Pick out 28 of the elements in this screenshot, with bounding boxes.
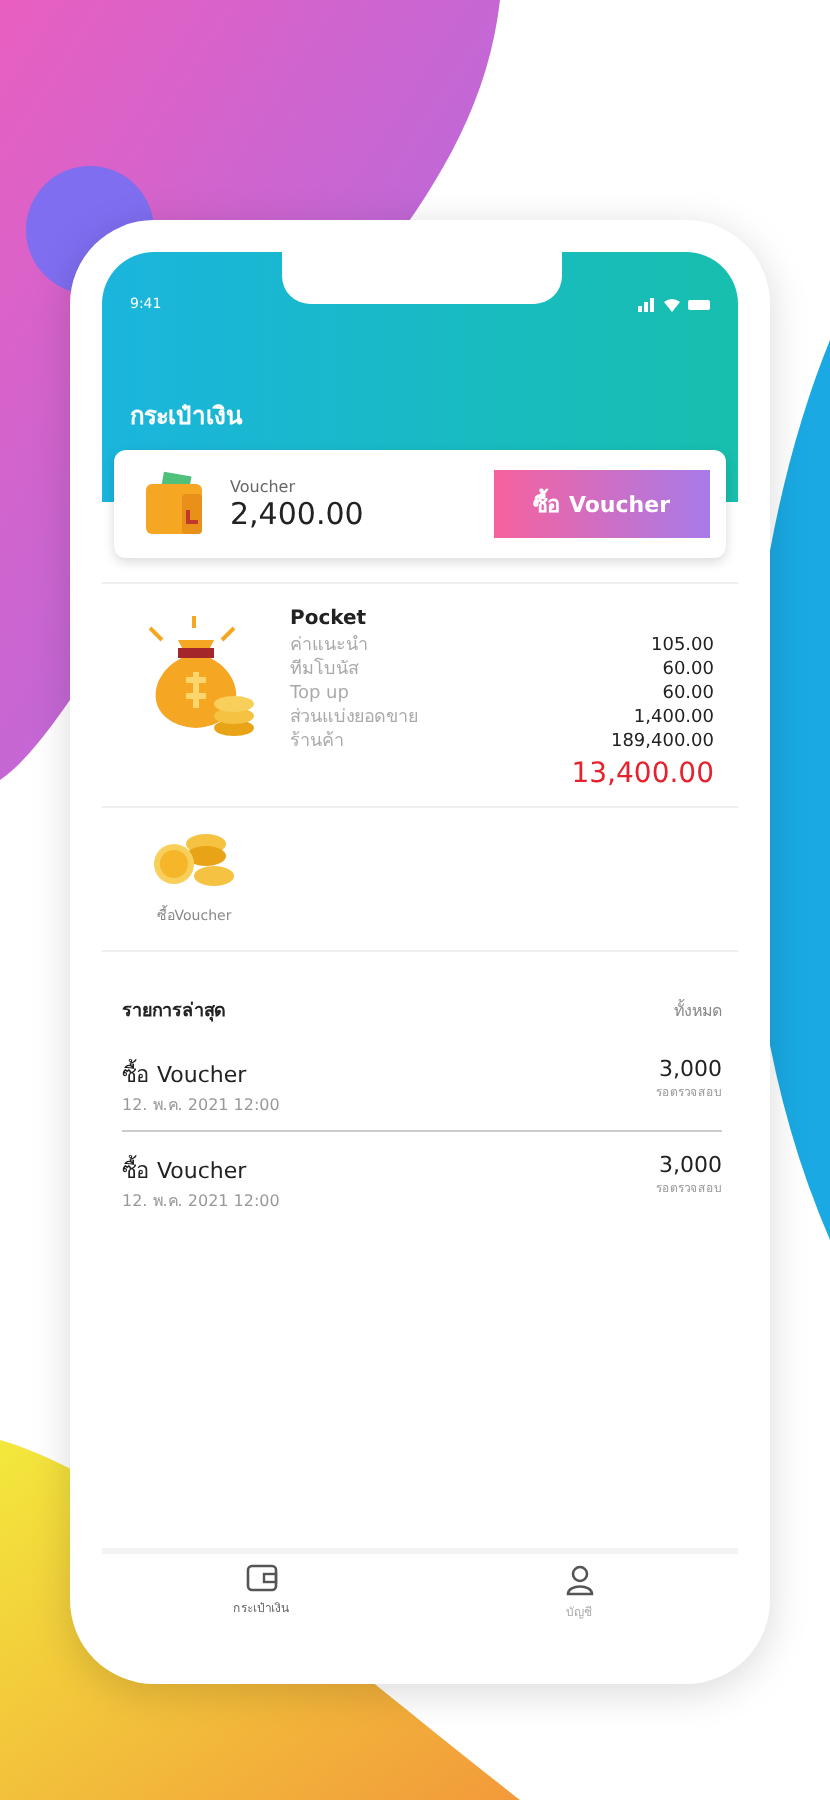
pocket-total: 13,400.00: [571, 758, 714, 790]
transaction-amount: 3,000: [659, 1152, 722, 1178]
voucher-amount: 2,400.00: [230, 495, 366, 531]
pocket-value: 189,400.00: [610, 730, 714, 754]
voucher-label: Voucher: [230, 477, 297, 495]
pocket-label: ทีมโบนัส: [290, 658, 358, 682]
transaction-date: 12. พ.ค. 2021 12:00: [122, 1094, 280, 1118]
person-icon: [565, 1564, 593, 1596]
pocket-value: 105.00: [651, 634, 714, 658]
pocket-label: Top up: [290, 682, 349, 706]
status-icons: [638, 296, 710, 312]
pocket-value: 1,400.00: [633, 706, 714, 730]
pocket-label: ร้านค้า: [290, 730, 344, 754]
screen-title: กระเป๋าเงิน: [130, 400, 245, 434]
pocket-label: ส่วนแบ่งยอดขาย: [290, 706, 418, 730]
recent-title: รายการล่าสุด: [122, 999, 226, 1024]
pocket-value: 60.00: [662, 658, 714, 682]
pocket-title: Pocket: [290, 608, 369, 630]
transaction-title: ซื้อ Voucher: [122, 1057, 249, 1092]
see-all-link[interactable]: ทั้งหมด: [674, 996, 722, 1024]
transaction-amount: 3,000: [659, 1056, 722, 1082]
pocket-label: ค่าแนะนำ: [290, 634, 368, 657]
coins-icon: [150, 828, 238, 892]
transaction-date: 12. พ.ค. 2021 12:00: [122, 1190, 280, 1214]
pocket-value: 60.00: [662, 682, 714, 706]
buy-voucher-button[interactable]: ซื้อ Voucher: [493, 470, 710, 538]
wallet-icon: [245, 1564, 277, 1592]
transaction-title: ซื้อ Voucher: [122, 1153, 249, 1188]
